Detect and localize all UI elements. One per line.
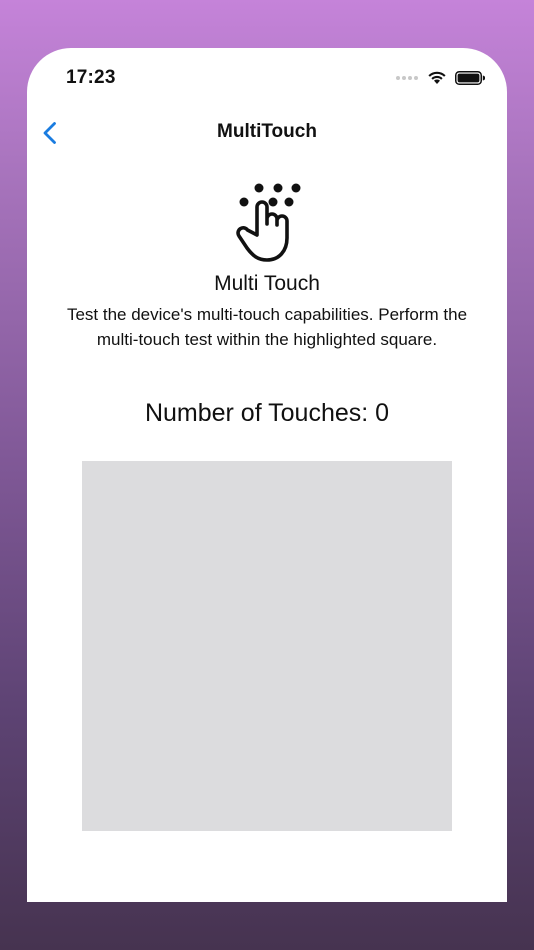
battery-icon bbox=[455, 70, 485, 85]
phone-screen: 17:23 MultiTouch Multi Touch Test the de… bbox=[27, 48, 507, 902]
status-time: 17:23 bbox=[66, 67, 116, 88]
multi-touch-test-area[interactable] bbox=[82, 461, 452, 831]
feature-description: Test the device's multi-touch capabiliti… bbox=[66, 305, 468, 349]
multi-finger-touch-icon bbox=[236, 183, 301, 262]
wifi-icon bbox=[428, 71, 446, 84]
status-bar: 17:23 bbox=[27, 48, 507, 108]
page-title: MultiTouch bbox=[217, 121, 317, 142]
signal-dots-icon bbox=[396, 75, 418, 80]
touch-count-label: Number of Touches: 0 bbox=[144, 399, 390, 427]
feature-title: Multi Touch bbox=[214, 272, 320, 295]
status-icons bbox=[395, 70, 485, 85]
navigation-bar: MultiTouch bbox=[27, 110, 507, 156]
